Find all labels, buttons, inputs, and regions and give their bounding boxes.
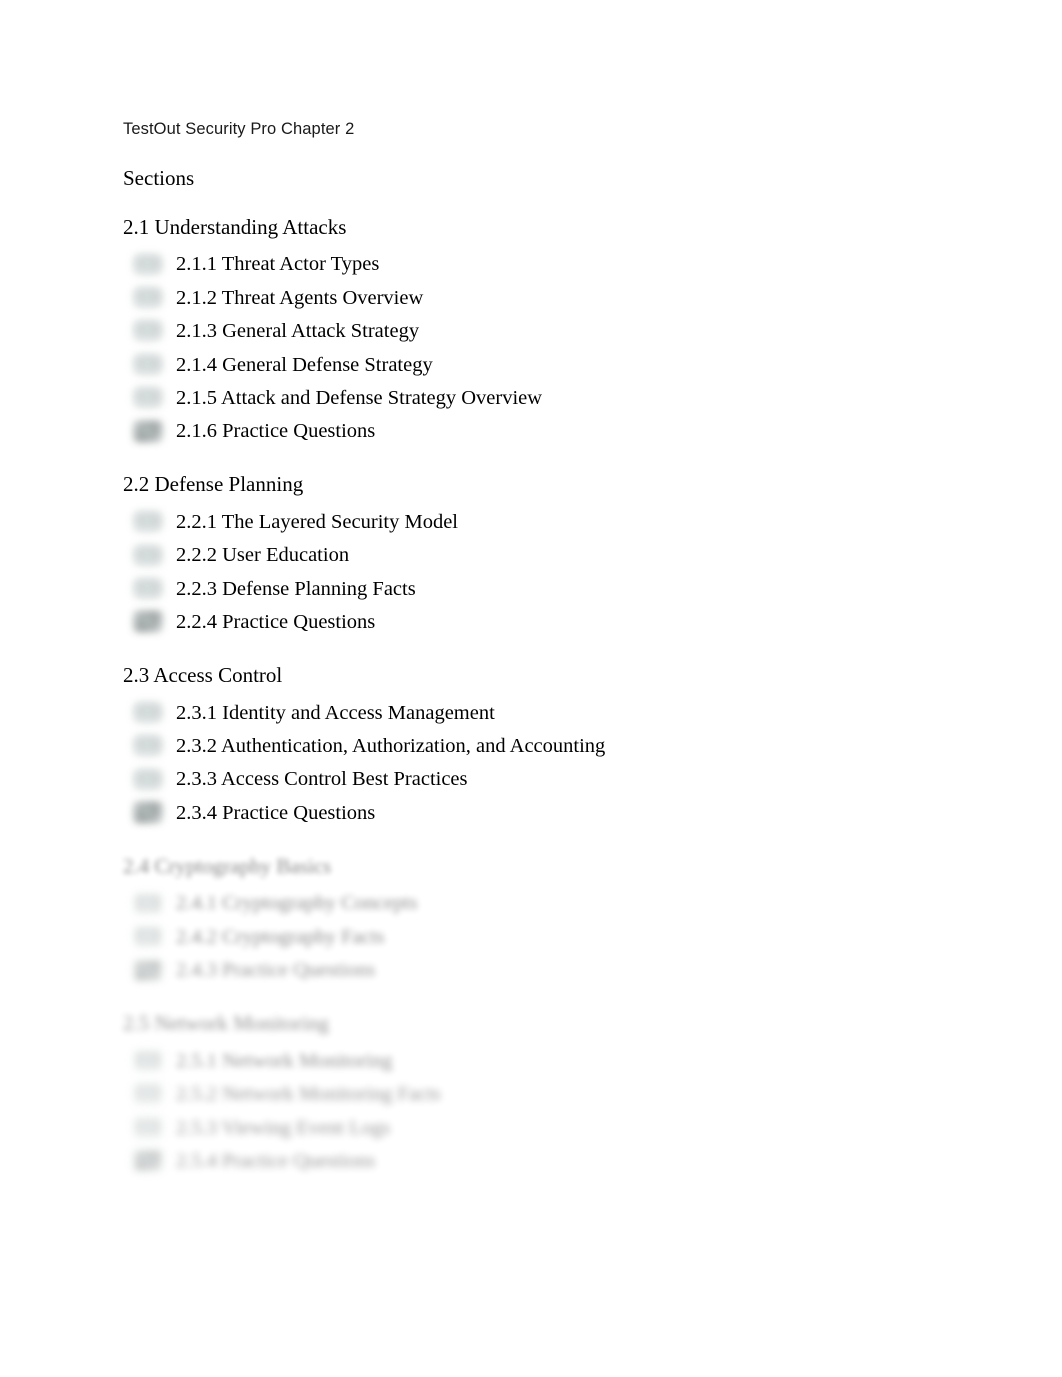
section-block: 2.5 Network Monitoring 2.5.1 Network Mon… xyxy=(123,1011,953,1178)
document-icon xyxy=(129,767,169,793)
list-item-label: 2.4.1 Cryptography Concepts xyxy=(176,892,418,915)
list-item[interactable]: 2.4.2 Cryptography Facts xyxy=(123,920,953,953)
list-item[interactable]: 2.3.4 Practice Questions xyxy=(123,796,953,829)
list-item[interactable]: 2.5.2 Network Monitoring Facts xyxy=(123,1078,953,1111)
list-item[interactable]: 2.2.2 User Education xyxy=(123,539,953,572)
list-item[interactable]: 2.2.1 The Layered Security Model xyxy=(123,506,953,539)
document-content: TestOut Security Pro Chapter 2 Sections … xyxy=(123,119,953,1202)
section-block: 2.2 Defense Planning 2.2.1 The Layered S… xyxy=(123,472,953,639)
section-heading: 2.4 Cryptography Basics xyxy=(123,853,332,878)
list-item[interactable]: 2.5.1 Network Monitoring xyxy=(123,1044,953,1077)
list-item-label: 2.1.6 Practice Questions xyxy=(176,420,376,443)
checklist-icon xyxy=(129,609,169,635)
list-item-label: 2.2.3 Defense Planning Facts xyxy=(176,577,416,600)
list-item[interactable]: 2.5.3 Viewing Event Logs xyxy=(123,1111,953,1144)
checklist-icon xyxy=(129,800,169,826)
list-item-label: 2.1.1 Threat Actor Types xyxy=(176,253,380,276)
list-item[interactable]: 2.1.1 Threat Actor Types xyxy=(123,248,953,281)
section-block: 2.4 Cryptography Basics 2.4.1 Cryptograp… xyxy=(123,854,953,987)
list-item[interactable]: 2.3.3 Access Control Best Practices xyxy=(123,763,953,796)
section-item-list: 2.2.1 The Layered Security Model 2.2.2 U… xyxy=(123,506,953,640)
video-icon xyxy=(129,700,169,726)
document-icon xyxy=(129,1081,169,1107)
list-item-label: 2.5.2 Network Monitoring Facts xyxy=(176,1083,441,1106)
video-icon xyxy=(129,385,169,411)
list-item-label: 2.2.2 User Education xyxy=(176,544,350,567)
list-item-label: 2.1.5 Attack and Defense Strategy Overvi… xyxy=(176,386,543,409)
section-item-list: 2.1.1 Threat Actor Types 2.1.2 Threat Ag… xyxy=(123,248,953,448)
list-item[interactable]: 2.4.1 Cryptography Concepts xyxy=(123,887,953,920)
section-item-list: 2.3.1 Identity and Access Management 2.3… xyxy=(123,696,953,830)
list-item-label: 2.5.4 Practice Questions xyxy=(176,1149,376,1172)
section-item-list: 2.4.1 Cryptography Concepts 2.4.2 Crypto… xyxy=(123,887,953,987)
list-item-label: 2.5.1 Network Monitoring xyxy=(176,1049,393,1072)
checklist-icon xyxy=(129,419,169,445)
list-item-label: 2.3.3 Access Control Best Practices xyxy=(176,768,468,791)
section-heading: 2.2 Defense Planning xyxy=(123,472,304,497)
sections-label: Sections xyxy=(123,165,195,190)
list-item[interactable]: 2.3.1 Identity and Access Management xyxy=(123,696,953,729)
list-item-label: 2.5.3 Viewing Event Logs xyxy=(176,1116,391,1139)
document-icon xyxy=(129,576,169,602)
list-item-label: 2.3.2 Authentication, Authorization, and… xyxy=(176,735,606,758)
section-block: 2.1 Understanding Attacks 2.1.1 Threat A… xyxy=(123,215,953,449)
section-block: 2.3 Access Control 2.3.1 Identity and Ac… xyxy=(123,663,953,830)
list-item-label: 2.4.2 Cryptography Facts xyxy=(176,925,385,948)
list-item[interactable]: 2.3.2 Authentication, Authorization, and… xyxy=(123,730,953,763)
list-item[interactable]: 2.1.5 Attack and Defense Strategy Overvi… xyxy=(123,382,953,415)
checklist-icon xyxy=(129,958,169,984)
list-item-label: 2.1.2 Threat Agents Overview xyxy=(176,286,424,309)
video-icon xyxy=(129,318,169,344)
section-heading: 2.5 Network Monitoring xyxy=(123,1011,329,1036)
list-item[interactable]: 2.2.3 Defense Planning Facts xyxy=(123,572,953,605)
video-icon xyxy=(129,733,169,759)
video-icon xyxy=(129,252,169,278)
list-item-label: 2.3.4 Practice Questions xyxy=(176,801,376,824)
list-item-label: 2.4.3 Practice Questions xyxy=(176,959,376,982)
list-item-label: 2.2.1 The Layered Security Model xyxy=(176,510,458,533)
video-icon xyxy=(129,509,169,535)
section-item-list: 2.5.1 Network Monitoring 2.5.2 Network M… xyxy=(123,1044,953,1178)
page-title: TestOut Security Pro Chapter 2 xyxy=(123,120,355,138)
video-icon xyxy=(129,1115,169,1141)
list-item[interactable]: 2.4.3 Practice Questions xyxy=(123,954,953,987)
document-page: TestOut Security Pro Chapter 2 Sections … xyxy=(0,0,1062,1377)
list-item[interactable]: 2.1.2 Threat Agents Overview xyxy=(123,281,953,314)
section-heading: 2.3 Access Control xyxy=(123,663,283,688)
video-icon xyxy=(129,285,169,311)
list-item[interactable]: 2.1.6 Practice Questions xyxy=(123,415,953,448)
video-icon xyxy=(129,543,169,569)
list-item-label: 2.1.4 General Defense Strategy xyxy=(176,353,433,376)
video-icon xyxy=(129,1048,169,1074)
list-item-label: 2.3.1 Identity and Access Management xyxy=(176,701,495,724)
list-item[interactable]: 2.5.4 Practice Questions xyxy=(123,1145,953,1178)
checklist-icon xyxy=(129,1148,169,1174)
list-item-label: 2.2.4 Practice Questions xyxy=(176,611,376,634)
video-icon xyxy=(129,352,169,378)
document-icon xyxy=(129,924,169,950)
list-item[interactable]: 2.2.4 Practice Questions xyxy=(123,606,953,639)
list-item-label: 2.1.3 General Attack Strategy xyxy=(176,320,420,343)
list-item[interactable]: 2.1.4 General Defense Strategy xyxy=(123,348,953,381)
list-item[interactable]: 2.1.3 General Attack Strategy xyxy=(123,315,953,348)
video-icon xyxy=(129,891,169,917)
section-heading: 2.1 Understanding Attacks xyxy=(123,214,347,239)
